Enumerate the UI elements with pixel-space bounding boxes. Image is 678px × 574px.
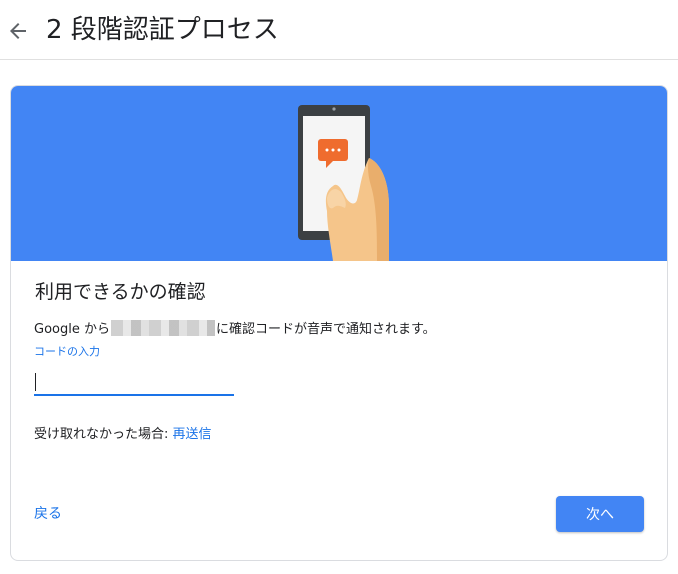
- illustration-banner: [11, 86, 667, 261]
- code-input-label: コードの入力: [34, 345, 100, 358]
- app-header: 2 段階認証プロセス: [0, 0, 678, 60]
- code-input[interactable]: [34, 368, 234, 396]
- verification-message: Google から に確認コードが音声で通知されます。: [34, 320, 436, 340]
- message-suffix: に確認コードが音声で通知されます。: [215, 322, 436, 337]
- resend-row: 受け取れなかった場合: 再送信: [34, 425, 212, 445]
- phone-with-chat-icon: [298, 105, 389, 261]
- message-prefix: Google から: [34, 322, 110, 337]
- text-caret: [35, 373, 36, 391]
- back-button[interactable]: 戻る: [34, 504, 62, 524]
- next-button[interactable]: 次へ: [556, 496, 644, 532]
- arrow-left-icon[interactable]: [6, 19, 30, 43]
- resend-link[interactable]: 再送信: [173, 427, 212, 442]
- resend-prefix: 受け取れなかった場合:: [34, 427, 173, 442]
- page-title: 2 段階認証プロセス: [46, 15, 279, 45]
- card-title: 利用できるかの確認: [35, 281, 206, 303]
- redacted-phone-number: [110, 320, 215, 336]
- verification-card: 利用できるかの確認 Google から に確認コードが音声で通知されます。 コード…: [10, 85, 668, 561]
